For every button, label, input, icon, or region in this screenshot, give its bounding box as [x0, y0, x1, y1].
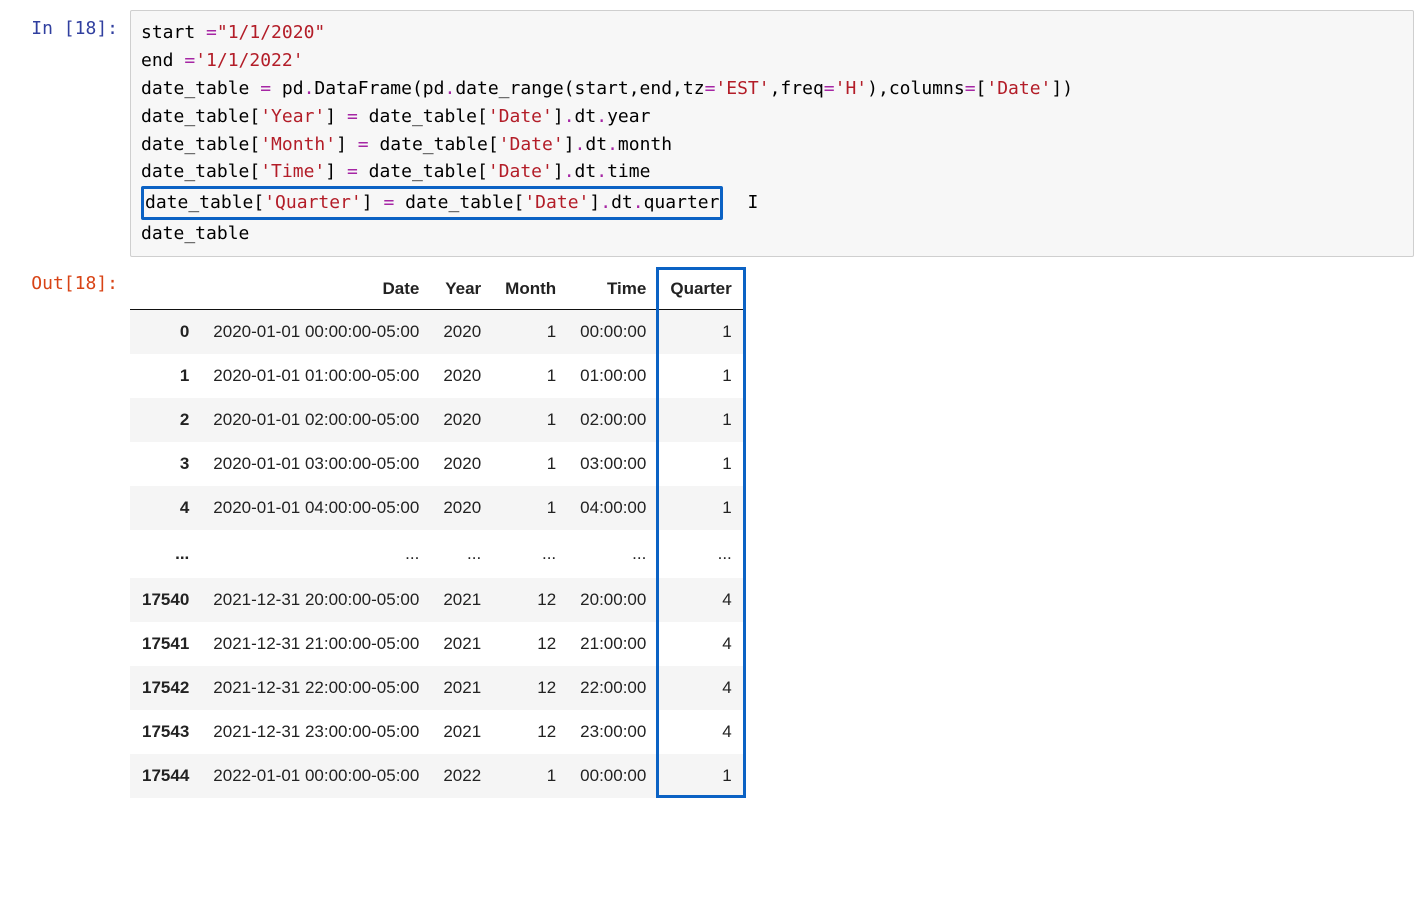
cell-month: 1 — [493, 310, 568, 355]
cell-date: 2021-12-31 23:00:00-05:00 — [201, 710, 431, 754]
col-time: Time — [568, 269, 658, 310]
cell-time: 01:00:00 — [568, 354, 658, 398]
cell-quarter: 4 — [658, 666, 743, 710]
row-index: 17542 — [130, 666, 201, 710]
cell-quarter: 4 — [658, 710, 743, 754]
col-month: Month — [493, 269, 568, 310]
cell-time: 02:00:00 — [568, 398, 658, 442]
row-index: 17544 — [130, 754, 201, 798]
table-row: 42020-01-01 04:00:00-05:002020104:00:001 — [130, 486, 744, 530]
row-index: 1 — [130, 354, 201, 398]
text-cursor-icon: I — [747, 192, 758, 213]
cell-year: 2020 — [431, 310, 493, 355]
output-prompt: Out[18]: — [10, 265, 130, 296]
cell-year: 2021 — [431, 578, 493, 622]
cell-quarter: 4 — [658, 578, 743, 622]
cell-month: 1 — [493, 486, 568, 530]
cell-quarter: 1 — [658, 398, 743, 442]
cell-month: 12 — [493, 622, 568, 666]
table-row: 175432021-12-31 23:00:00-05:0020211223:0… — [130, 710, 744, 754]
dataframe-table: Date Year Month Time Quarter 02020-01-01… — [130, 269, 744, 798]
exec-count: 18 — [75, 18, 97, 39]
code-input[interactable]: start ="1/1/2020" end ='1/1/2022' date_t… — [130, 10, 1414, 257]
cell-month: 1 — [493, 754, 568, 798]
cell-year: 2020 — [431, 486, 493, 530]
cell-quarter: 1 — [658, 354, 743, 398]
table-row: 175402021-12-31 20:00:00-05:0020211220:0… — [130, 578, 744, 622]
table-row: 02020-01-01 00:00:00-05:002020100:00:001 — [130, 310, 744, 355]
input-cell: In [18]: start ="1/1/2020" end ='1/1/202… — [10, 10, 1414, 257]
cell-time: 20:00:00 — [568, 578, 658, 622]
table-row: 175422021-12-31 22:00:00-05:0020211222:0… — [130, 666, 744, 710]
cell-month: 12 — [493, 578, 568, 622]
col-index — [130, 269, 201, 310]
row-index: 4 — [130, 486, 201, 530]
cell-quarter: 4 — [658, 622, 743, 666]
row-index: 17541 — [130, 622, 201, 666]
col-date: Date — [201, 269, 431, 310]
cell-date: 2021-12-31 21:00:00-05:00 — [201, 622, 431, 666]
cell-date: 2020-01-01 03:00:00-05:00 — [201, 442, 431, 486]
cell-year: 2021 — [431, 622, 493, 666]
cell-time: 00:00:00 — [568, 310, 658, 355]
exec-count-out: 18 — [75, 273, 97, 294]
table-body: 02020-01-01 00:00:00-05:002020100:00:001… — [130, 310, 744, 799]
col-quarter: Quarter — [658, 269, 743, 310]
cell-month: 1 — [493, 354, 568, 398]
cell-time: 22:00:00 — [568, 666, 658, 710]
col-year: Year — [431, 269, 493, 310]
dataframe-wrap: Date Year Month Time Quarter 02020-01-01… — [130, 269, 744, 798]
cell-date: 2020-01-01 01:00:00-05:00 — [201, 354, 431, 398]
cell-date: 2021-12-31 22:00:00-05:00 — [201, 666, 431, 710]
cell-date: 2021-12-31 20:00:00-05:00 — [201, 578, 431, 622]
row-index: 2 — [130, 398, 201, 442]
cell-year: 2020 — [431, 398, 493, 442]
cell-quarter: 1 — [658, 754, 743, 798]
table-row: 32020-01-01 03:00:00-05:002020103:00:001 — [130, 442, 744, 486]
row-index: 3 — [130, 442, 201, 486]
table-row: 22020-01-01 02:00:00-05:002020102:00:001 — [130, 398, 744, 442]
cell-time: 21:00:00 — [568, 622, 658, 666]
cell-quarter: 1 — [658, 442, 743, 486]
in-prefix: In [ — [31, 18, 74, 39]
cell-year: 2021 — [431, 666, 493, 710]
table-row: 12020-01-01 01:00:00-05:002020101:00:001 — [130, 354, 744, 398]
ellipsis-row: .................. — [130, 530, 744, 578]
output-cell: Out[18]: Date Year Month Time Quarter 02… — [10, 265, 1414, 801]
cell-month: 12 — [493, 666, 568, 710]
row-index: 17543 — [130, 710, 201, 754]
cell-date: 2020-01-01 04:00:00-05:00 — [201, 486, 431, 530]
cell-time: 23:00:00 — [568, 710, 658, 754]
cell-time: 00:00:00 — [568, 754, 658, 798]
row-index: 0 — [130, 310, 201, 355]
cell-year: 2020 — [431, 442, 493, 486]
cell-date: 2020-01-01 02:00:00-05:00 — [201, 398, 431, 442]
cell-date: 2020-01-01 00:00:00-05:00 — [201, 310, 431, 355]
cell-month: 12 — [493, 710, 568, 754]
cell-date: 2022-01-01 00:00:00-05:00 — [201, 754, 431, 798]
cell-month: 1 — [493, 398, 568, 442]
cell-quarter: 1 — [658, 486, 743, 530]
cell-year: 2022 — [431, 754, 493, 798]
in-suffix: ]: — [96, 18, 118, 39]
cell-year: 2020 — [431, 354, 493, 398]
cell-quarter: 1 — [658, 310, 743, 355]
table-row: 175412021-12-31 21:00:00-05:0020211221:0… — [130, 622, 744, 666]
cell-month: 1 — [493, 442, 568, 486]
cell-time: 03:00:00 — [568, 442, 658, 486]
out-prefix: Out[ — [31, 273, 74, 294]
table-row: 175442022-01-01 00:00:00-05:002022100:00… — [130, 754, 744, 798]
cell-year: 2021 — [431, 710, 493, 754]
row-index: 17540 — [130, 578, 201, 622]
input-prompt: In [18]: — [10, 10, 130, 41]
highlight-box-code: date_table['Quarter'] = date_table['Date… — [141, 186, 723, 220]
cell-time: 04:00:00 — [568, 486, 658, 530]
out-suffix: ]: — [96, 273, 118, 294]
output-area: Date Year Month Time Quarter 02020-01-01… — [130, 265, 1414, 801]
